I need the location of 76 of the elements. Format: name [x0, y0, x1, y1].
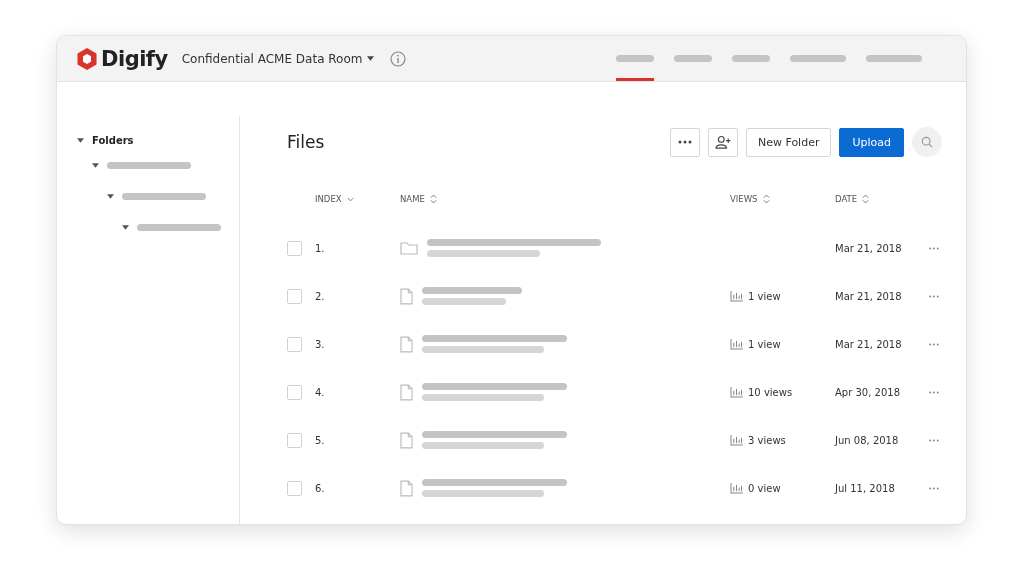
date-cell-text: Apr 30, 2018 [835, 386, 901, 398]
hexagon-logo-icon [77, 47, 97, 70]
column-header[interactable]: DATE [835, 194, 870, 204]
caret-icon [367, 56, 375, 61]
view-count: 0 view [748, 482, 781, 494]
view-count: 1 view [748, 290, 781, 302]
more-icon [928, 486, 940, 490]
row-index: 5. [315, 434, 326, 446]
add-user-icon [714, 135, 731, 149]
room-dropdown[interactable]: Confidential ACME Data Room [181, 51, 375, 66]
folder-placeholder[interactable] [122, 193, 206, 200]
bar-chart-icon [730, 482, 743, 494]
sort-icon [429, 194, 437, 204]
search-button[interactable] [912, 127, 942, 157]
document-icon [400, 479, 413, 497]
file-name-placeholder[interactable] [422, 383, 567, 401]
file-name-placeholder[interactable] [422, 479, 567, 497]
more-icon [928, 246, 940, 250]
row-checkbox[interactable] [287, 384, 302, 400]
row-index: 2. [315, 290, 326, 302]
document-icon [400, 431, 413, 449]
folders-heading[interactable]: Folders [92, 134, 134, 146]
file-name-placeholder[interactable] [422, 335, 567, 353]
row-checkbox[interactable] [287, 240, 302, 256]
row-index: 3. [315, 338, 326, 350]
search-icon [921, 136, 933, 148]
column-header[interactable]: VIEWS [730, 194, 770, 204]
caret-icon[interactable] [122, 225, 129, 230]
caret-icon[interactable] [77, 137, 84, 143]
row-checkbox[interactable] [287, 288, 302, 304]
new-folder-button[interactable]: New Folder [745, 127, 832, 157]
bar-chart-icon [730, 386, 743, 398]
file-name-placeholder[interactable] [427, 239, 601, 257]
file-name-placeholder[interactable] [422, 287, 522, 305]
brand-name: Digify [101, 46, 168, 71]
folder-icon [400, 241, 418, 255]
add-user-button[interactable] [707, 127, 738, 157]
bar-chart-icon [730, 338, 743, 350]
date-cell-text: Jun 08, 2018 [835, 434, 900, 446]
view-count: 1 view [748, 338, 781, 350]
more-icon [928, 342, 940, 346]
sort-icon [862, 194, 870, 204]
more-icon [928, 390, 940, 394]
more-icon [928, 294, 940, 298]
sort-icon [762, 194, 770, 204]
date-cell-text: Jul 11, 2018 [835, 482, 896, 494]
more-icon [928, 438, 940, 442]
caret-icon[interactable] [92, 163, 99, 168]
date-cell-text: Mar 21, 2018 [835, 242, 903, 254]
document-icon [400, 383, 413, 401]
row-index: 1. [315, 242, 326, 254]
folder-placeholder[interactable] [107, 162, 191, 169]
view-count: 10 views [748, 386, 793, 398]
upload-button[interactable]: Upload [839, 127, 904, 157]
caret-icon[interactable] [107, 194, 114, 199]
page-title: Files [287, 132, 325, 152]
column-header[interactable]: INDEX [315, 194, 354, 204]
row-index: 4. [315, 386, 326, 398]
date-cell-text: Mar 21, 2018 [835, 338, 903, 350]
row-checkbox[interactable] [287, 432, 302, 448]
more-button[interactable] [669, 127, 700, 157]
document-icon [400, 287, 413, 305]
folder-placeholder[interactable] [137, 224, 221, 231]
row-checkbox[interactable] [287, 336, 302, 352]
info-icon[interactable] [390, 50, 407, 67]
row-index: 6. [315, 482, 326, 494]
date-cell-text: Mar 21, 2018 [835, 290, 903, 302]
file-name-placeholder[interactable] [422, 431, 567, 449]
document-icon [400, 335, 413, 353]
more-icon [677, 140, 692, 144]
row-checkbox[interactable] [287, 480, 302, 496]
column-header[interactable]: NAME [400, 194, 437, 204]
view-count: 3 views [748, 434, 786, 446]
bar-chart-icon [730, 290, 743, 302]
chevron-down-icon [346, 196, 354, 202]
bar-chart-icon [730, 434, 743, 446]
